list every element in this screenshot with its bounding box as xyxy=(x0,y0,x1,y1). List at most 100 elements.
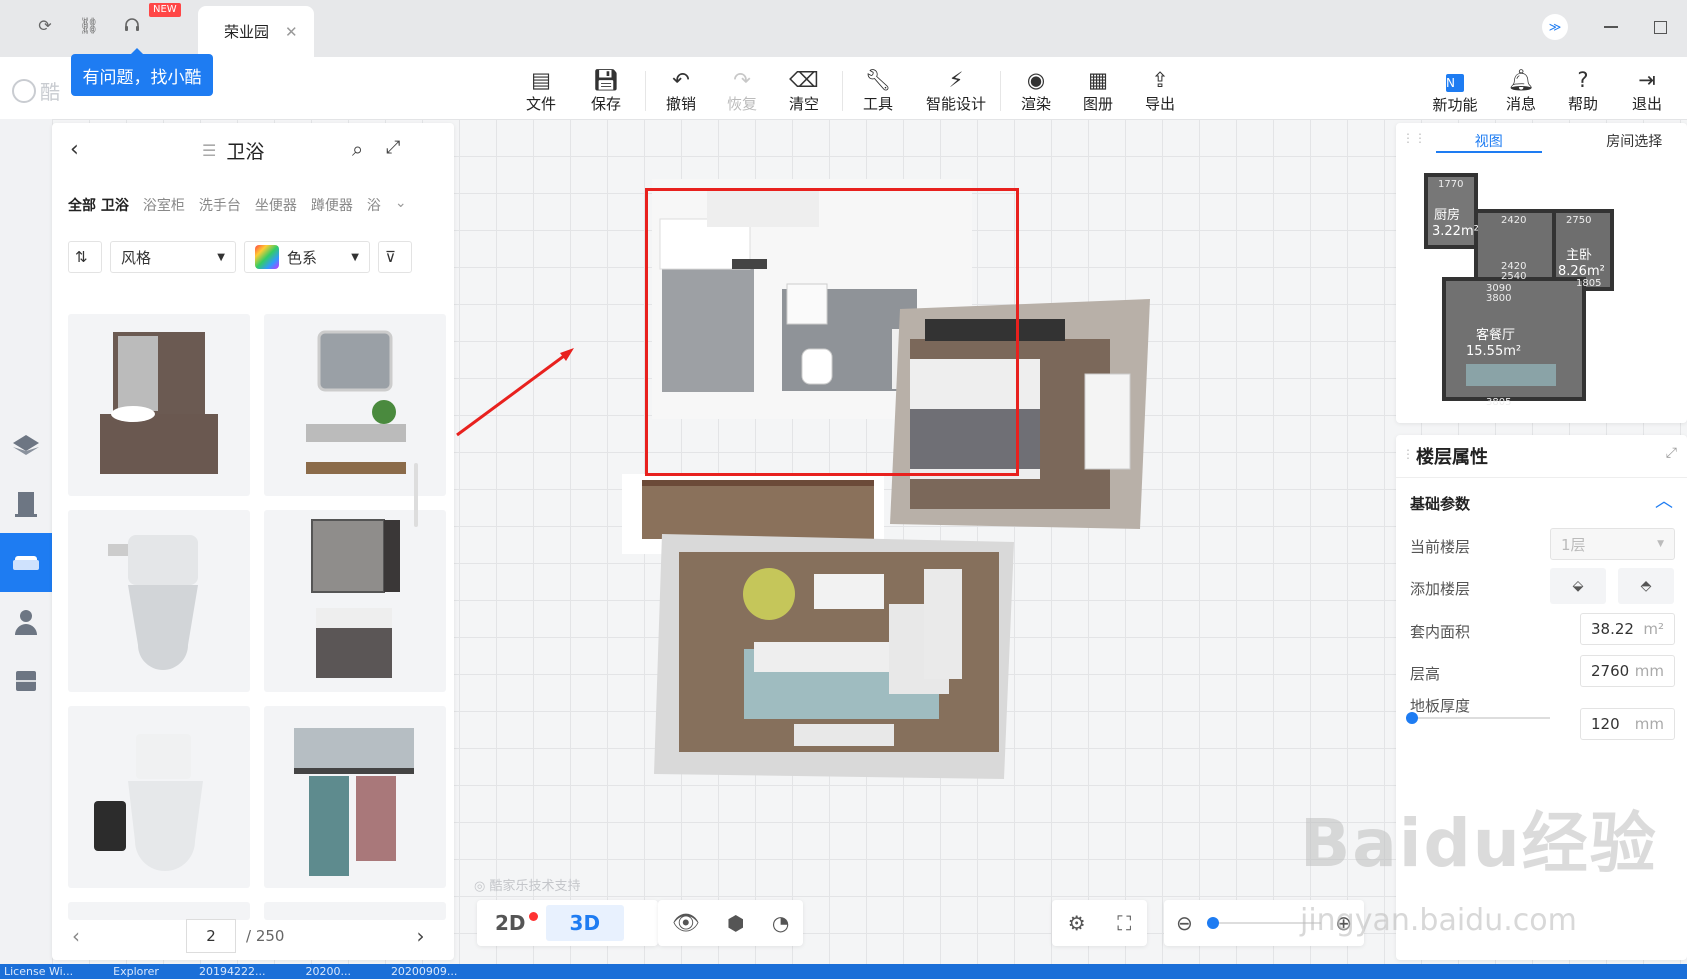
window-controls: ≫ xyxy=(1542,14,1667,40)
view-3d-button[interactable]: 3D xyxy=(545,905,625,941)
tab-cabinet[interactable]: 浴室柜 xyxy=(143,195,185,215)
dim-label: 2540 xyxy=(1501,271,1526,282)
view-mode-toggle: 2D 3D xyxy=(477,900,658,946)
dropdown-icon: ▼ xyxy=(1657,539,1664,549)
left-nav xyxy=(0,415,52,710)
nav-cabinet[interactable] xyxy=(0,651,52,710)
focus-icon[interactable]: ⛶ xyxy=(1117,911,1131,935)
floor-thickness-field[interactable]: 120 mm xyxy=(1580,708,1675,740)
tab-squat[interactable]: 蹲便器 xyxy=(311,195,353,215)
product-towel-rack[interactable] xyxy=(264,706,446,888)
taskbar-item[interactable]: 20200... xyxy=(305,965,350,978)
zoom-out-icon[interactable]: ⊖ xyxy=(1176,911,1193,935)
undo-button[interactable]: ↶ 撤销 xyxy=(651,69,711,114)
dim-label: 2420 xyxy=(1501,215,1526,226)
new-badge: NEW xyxy=(149,3,181,17)
layer-plus-icon: ⬘ xyxy=(1640,578,1652,594)
render-button[interactable]: ◉ 渲染 xyxy=(1006,69,1066,114)
save-button[interactable]: 💾︎ 保存 xyxy=(576,69,636,114)
tab-room-select[interactable]: 房间选择 xyxy=(1582,131,1687,153)
headset-icon[interactable] xyxy=(121,14,143,36)
catalog-panel: ‹ ☰ 卫浴 ⌕ ⤢ 全部 卫浴 浴室柜 洗手台 坐便器 蹲便器 浴 ⌄ ⇅ 风… xyxy=(52,123,454,960)
fullscreen-icon[interactable]: ⤢ xyxy=(386,137,400,158)
color-select[interactable]: 色系 ▼ xyxy=(244,241,370,273)
nav-floorplan[interactable] xyxy=(0,415,52,474)
current-floor-select[interactable]: 1层 ▼ xyxy=(1550,528,1675,560)
eye-icon[interactable]: 👁︎ xyxy=(672,911,700,936)
logout-button[interactable]: ⇥ 退出 xyxy=(1617,69,1677,114)
cabinet-icon xyxy=(16,670,36,691)
dim-label: 2750 xyxy=(1566,215,1591,226)
floor-thickness-slider[interactable] xyxy=(1406,712,1550,724)
tab-view[interactable]: 视图 xyxy=(1436,131,1542,153)
project-tab[interactable]: 荣业园 ✕ xyxy=(198,6,314,57)
help-icon: ? xyxy=(1577,68,1589,92)
tab-basin[interactable]: 洗手台 xyxy=(199,195,241,215)
product-mirror-cabinet[interactable] xyxy=(264,510,446,692)
tab-more[interactable]: 浴 xyxy=(367,195,381,215)
chevron-down-icon[interactable]: ⌄ xyxy=(395,195,407,215)
gauge-icon[interactable]: ◔ xyxy=(772,911,789,935)
nav-doors[interactable] xyxy=(0,474,52,533)
clear-button[interactable]: ⌫ 清空 xyxy=(774,69,834,114)
refresh-icon[interactable]: ⟳ xyxy=(34,14,56,36)
product-toilet-1[interactable] xyxy=(68,510,250,692)
zoom-knob[interactable] xyxy=(1206,917,1219,929)
scrollbar[interactable] xyxy=(414,463,418,527)
expand-down-icon[interactable]: ≫ xyxy=(1542,14,1568,40)
next-page-icon[interactable]: › xyxy=(416,924,424,948)
nav-user[interactable] xyxy=(0,592,52,651)
wrench-icon: 🔧︎ xyxy=(864,68,892,92)
filter-button[interactable]: ⊽ xyxy=(378,241,412,273)
tab-toilet[interactable]: 坐便器 xyxy=(255,195,297,215)
product-vanity-1[interactable] xyxy=(68,314,250,496)
maximize-button[interactable] xyxy=(1654,20,1667,34)
area-field[interactable]: 38.22 m² xyxy=(1580,613,1675,645)
chevron-up-icon[interactable]: ︿ xyxy=(1655,487,1673,513)
color-swatch xyxy=(255,245,279,269)
nav-furniture[interactable] xyxy=(0,533,52,592)
expand-icon[interactable]: ⤢ xyxy=(1666,445,1677,461)
album-button[interactable]: ▦ 图册 xyxy=(1068,69,1128,114)
back-icon[interactable]: ‹ xyxy=(70,137,79,162)
redo-button[interactable]: ↷ 恢复 xyxy=(712,69,772,114)
file-icon: ▤ xyxy=(531,68,551,92)
smart-design-button[interactable]: ⚡︎ 智能设计 xyxy=(918,69,994,114)
product-toilet-2[interactable] xyxy=(68,706,250,888)
filter-icon: ⊽ xyxy=(385,248,396,266)
file-button[interactable]: ▤ 文件 xyxy=(511,69,571,114)
view-2d-button[interactable]: 2D xyxy=(485,907,538,939)
new-features-button[interactable]: N 新功能 xyxy=(1425,69,1485,115)
product-vanity-2[interactable] xyxy=(264,314,446,496)
taskbar-item[interactable]: License Wi... xyxy=(4,965,73,978)
slider-knob[interactable] xyxy=(1406,712,1418,724)
dim-label: 1805 xyxy=(1576,278,1601,289)
height-field[interactable]: 2760 mm xyxy=(1580,655,1675,687)
export-button[interactable]: ⇪ 导出 xyxy=(1130,69,1190,114)
minimap-floorplan[interactable]: 厨房 3.22m² 主卧 8.26m² 客餐厅 15.55m² 1770 2420 2… xyxy=(1416,159,1616,409)
section-title: 基础参数 xyxy=(1410,495,1471,513)
highlight-box xyxy=(645,188,1019,476)
camera-settings-icon[interactable]: ⚙︎ xyxy=(1068,911,1086,935)
page-input[interactable] xyxy=(186,919,236,953)
style-select[interactable]: 风格 ▼ xyxy=(110,241,236,273)
add-floor-below-button[interactable]: ⬘ xyxy=(1618,568,1674,604)
tools-button[interactable]: 🔧︎ 工具 xyxy=(848,69,908,114)
close-tab-icon[interactable]: ✕ xyxy=(285,23,298,41)
taskbar-item[interactable]: Explorer xyxy=(113,965,159,978)
minimize-button[interactable] xyxy=(1604,26,1618,28)
taskbar-item[interactable]: 20200909... xyxy=(391,965,457,978)
messages-button[interactable]: 🔔︎ 消息 xyxy=(1491,69,1551,114)
help-button[interactable]: ? 帮助 xyxy=(1553,69,1613,114)
cube-icon[interactable]: ⬢ xyxy=(727,911,744,935)
search-icon[interactable]: ⌕ xyxy=(352,137,363,161)
lightning-icon: ⚡︎ xyxy=(948,68,964,92)
help-tooltip[interactable]: 有问题，找小酷 xyxy=(71,48,213,96)
tab-all[interactable]: 全部 卫浴 xyxy=(68,195,129,215)
add-floor-above-button[interactable]: ⬙ xyxy=(1550,568,1606,604)
link-icon[interactable]: ⛓ xyxy=(78,14,100,36)
taskbar-item[interactable]: 20194222... xyxy=(199,965,265,978)
prev-page-icon[interactable]: ‹ xyxy=(72,924,80,948)
filter-row: ⇅ 风格 ▼ 色系 ▼ ⊽ xyxy=(68,241,412,273)
sort-button[interactable]: ⇅ xyxy=(68,241,102,273)
